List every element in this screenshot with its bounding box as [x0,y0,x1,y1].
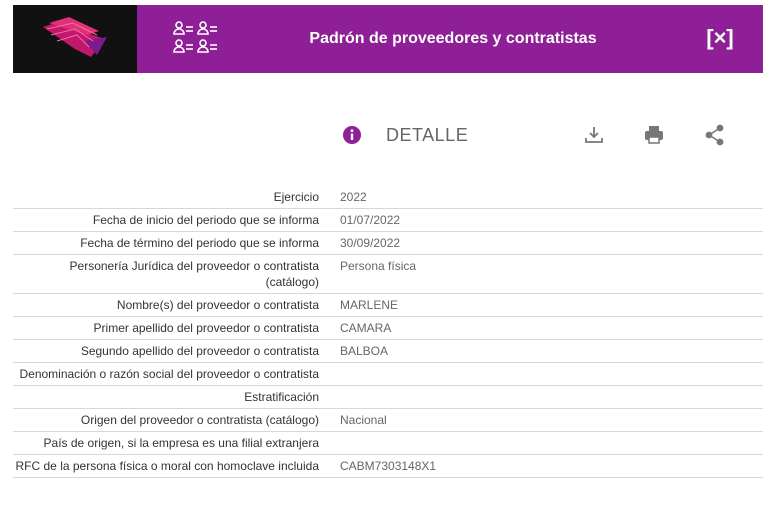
app-header: Padrón de proveedores y contratistas [×] [13,5,763,73]
table-row: RFC de la persona física o moral con hom… [13,455,763,478]
field-label: Primer apellido del proveedor o contrati… [93,321,319,335]
field-value: CAMARA [340,321,392,335]
field-value: BALBOA [340,344,389,358]
info-icon [343,126,361,144]
field-label: País de origen, si la empresa es una fil… [43,436,319,450]
table-row: Nombre(s) del proveedor o contratista MA… [13,294,763,317]
detail-title: DETALLE [386,125,469,145]
field-label: Ejercicio [273,190,319,204]
logo [13,5,137,73]
table-row: Segundo apellido del proveedor o contrat… [13,340,763,363]
field-value [319,363,763,385]
table-row: Denominación o razón social del proveedo… [13,363,763,386]
table-row: Fecha de término del periodo que se info… [13,232,763,255]
detail-toolbar: DETALLE [340,120,740,150]
page-title: Padrón de proveedores y contratistas [309,30,597,47]
close-button[interactable]: [×] [703,23,737,53]
share-icon[interactable] [703,123,727,147]
detail-table: Ejercicio 2022 Fecha de inicio del perio… [13,186,763,478]
table-row: Estratificación [13,386,763,409]
field-label: Estratificación [244,390,319,404]
print-icon[interactable] [642,123,666,147]
field-value: Nacional [340,413,387,427]
people-list-icon [173,21,217,53]
field-label: Nombre(s) del proveedor o contratista [116,298,319,312]
field-label: Personería Jurídica del proveedor o cont… [69,259,319,289]
logo-graphic [43,17,107,57]
field-value: MARLENE [340,298,399,312]
table-row: Ejercicio 2022 [13,186,763,209]
field-label: Fecha de inicio del periodo que se infor… [92,213,319,227]
table-row: Personería Jurídica del proveedor o cont… [13,255,763,294]
field-value: 2022 [340,190,367,204]
field-label: RFC de la persona física o moral con hom… [15,459,319,473]
field-value: 30/09/2022 [340,236,401,250]
field-label: Origen del proveedor o contratista (catá… [80,413,319,427]
field-label: Segundo apellido del proveedor o contrat… [80,344,319,358]
field-value: 01/07/2022 [340,213,401,227]
field-value [319,432,763,454]
field-value: CABM7303148X1 [340,459,437,473]
field-value: Persona física [340,259,417,273]
table-row: País de origen, si la empresa es una fil… [13,432,763,455]
field-value [319,386,763,408]
table-row: Origen del proveedor o contratista (catá… [13,409,763,432]
table-row: Primer apellido del proveedor o contrati… [13,317,763,340]
field-label: Denominación o razón social del proveedo… [19,367,319,381]
field-label: Fecha de término del periodo que se info… [80,236,319,250]
table-row: Fecha de inicio del periodo que se infor… [13,209,763,232]
download-icon[interactable] [582,123,606,147]
